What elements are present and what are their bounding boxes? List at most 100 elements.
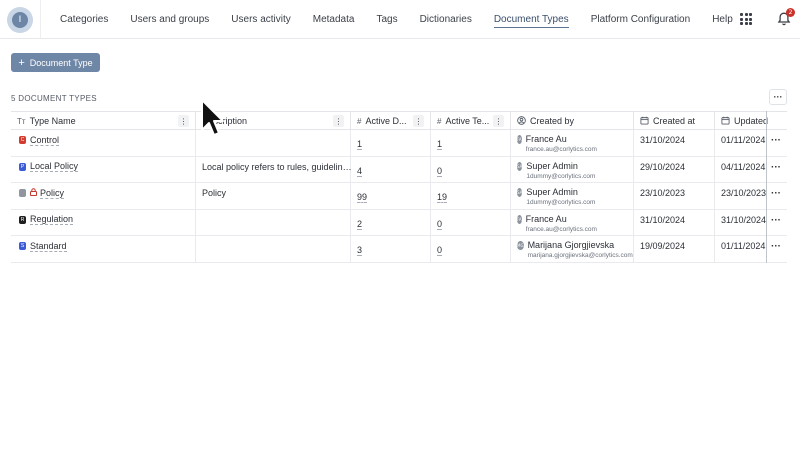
description-cell: Policy (196, 183, 351, 209)
row-actions-icon[interactable]: ··· (771, 135, 781, 146)
active-documents-cell: 1 (351, 130, 431, 156)
avatar: FA (517, 135, 522, 144)
column-menu-icon[interactable]: ⋮ (493, 115, 504, 127)
active-templates-count[interactable]: 0 (437, 166, 443, 177)
type-name-link[interactable]: Standard (30, 241, 67, 252)
type-name-cell: Policy (11, 183, 196, 209)
nav-item-document-types[interactable]: Document Types (493, 0, 569, 39)
table-row[interactable]: C Control 1 1 FA France Au france.au@corlytics… (11, 130, 787, 157)
notifications-button[interactable]: 2 (776, 8, 795, 27)
column-header-6[interactable]: Created at (634, 112, 715, 130)
active-documents-count[interactable]: 99 (357, 192, 368, 203)
avatar: FA (517, 214, 522, 224)
type-name-link[interactable]: Regulation (30, 214, 74, 225)
row-actions-icon[interactable]: ··· (771, 188, 781, 199)
active-documents-count[interactable]: 2 (357, 219, 363, 230)
creator-name: Marijana Gjorgjievska (527, 240, 615, 250)
active-documents-cell: 99 (351, 183, 431, 209)
notification-count-badge: 2 (786, 8, 795, 17)
column-header-label: Created at (653, 116, 696, 126)
type-name-cell: S Standard (11, 236, 196, 262)
nav-item-users-and-groups[interactable]: Users and groups (130, 0, 209, 39)
table-options-button[interactable]: ··· (769, 89, 787, 105)
app-logo-letter: I (12, 11, 28, 28)
created-at-date: 29/10/2024 (640, 161, 686, 172)
active-templates-cell: 19 (431, 183, 511, 209)
active-templates-count[interactable]: 0 (437, 219, 443, 230)
avatar: MG (517, 241, 524, 250)
creator-email: france.au@corlytics.com (525, 225, 597, 233)
nav-item-users-activity[interactable]: Users activity (231, 0, 290, 39)
creator-name: Super Admin (526, 160, 578, 171)
table-header: Tт Type Name ⋮ Description ⋮ # Active D... ⋮ # Ac… (11, 111, 787, 130)
app-logo-container[interactable]: I (0, 0, 41, 39)
updated-at-cell: 01/11/2024 (715, 236, 767, 262)
row-actions-icon[interactable]: ··· (771, 241, 781, 252)
table-row[interactable]: Policy Policy 99 19 SA Super Admin 1dummy@corl… (11, 183, 787, 210)
plus-icon: + (18, 56, 25, 69)
active-documents-count[interactable]: 3 (357, 245, 363, 256)
apps-grid-icon[interactable] (740, 13, 752, 25)
description-cell: Local policy refers to rules, guideline.… (196, 156, 352, 183)
creator-email: 1dummy@corlytics.com (526, 199, 596, 206)
active-documents-count[interactable]: 1 (357, 139, 363, 150)
column-header-4[interactable]: # Active Te... ⋮ (431, 112, 511, 130)
table-scroll-indicator[interactable] (766, 111, 767, 263)
nav-item-platform-configuration[interactable]: Platform Configuration (591, 0, 691, 39)
created-at-cell: 19/09/2024 (634, 236, 715, 262)
creator-email: france.au@corlytics.com (525, 146, 597, 153)
nav-item-tags[interactable]: Tags (376, 0, 397, 39)
row-actions-icon[interactable]: ··· (771, 162, 781, 173)
column-header-1[interactable]: Tт Type Name ⋮ (11, 112, 196, 130)
column-header-label: Active D... (365, 116, 407, 126)
document-types-count: 5 DOCUMENT TYPES (11, 94, 97, 103)
created-by-cell: FA France Au france.au@corlytics.com (511, 130, 634, 156)
type-name-link[interactable]: Policy (40, 188, 65, 199)
updated-at-cell: 23/10/2023 (715, 183, 767, 209)
column-menu-icon[interactable]: ⋮ (333, 115, 344, 127)
type-color-icon: C (19, 136, 26, 144)
description-text: Policy (202, 188, 227, 198)
type-name-link[interactable]: Control (30, 135, 60, 146)
active-templates-count[interactable]: 0 (437, 245, 443, 256)
active-templates-cell: 0 (431, 209, 511, 236)
active-templates-count[interactable]: 1 (437, 139, 443, 150)
creator-email: 1dummy@corlytics.com (526, 172, 596, 180)
nav-item-categories[interactable]: Categories (60, 0, 108, 39)
column-header-3[interactable]: # Active D... ⋮ (351, 112, 431, 130)
type-name-link[interactable]: Local Policy (30, 161, 79, 172)
active-documents-cell: 4 (351, 156, 431, 183)
nav-item-dictionaries[interactable]: Dictionaries (420, 0, 472, 39)
updated-at-date: 04/11/2024 (721, 161, 766, 172)
created-at-cell: 29/10/2024 (634, 156, 715, 183)
calendar-icon (640, 116, 649, 127)
table-row[interactable]: S Standard 3 0 MG Marijana Gjorgjievska marija… (11, 236, 787, 263)
created-by-cell: SA Super Admin 1dummy@corlytics.com (511, 156, 634, 183)
app-logo[interactable]: I (7, 6, 33, 33)
column-menu-icon[interactable]: ⋮ (413, 115, 424, 127)
type-color-icon: R (19, 215, 26, 224)
creator-email: marijana.gjorgjievska@corlytics.com (527, 252, 633, 259)
type-color-icon: S (19, 242, 26, 250)
column-header-label: Created by (530, 116, 575, 126)
table-row[interactable]: P Local Policy Local policy refers to rule… (11, 156, 787, 183)
add-document-type-button[interactable]: + Document Type (11, 53, 100, 72)
column-header-7[interactable]: Updated (715, 112, 768, 130)
type-color-icon: P (19, 162, 26, 171)
column-header-5[interactable]: Created by (511, 112, 634, 130)
created-at-cell: 23/10/2023 (634, 183, 715, 209)
active-documents-count[interactable]: 4 (357, 166, 363, 177)
nav-item-metadata[interactable]: Metadata (313, 0, 355, 39)
nav-item-help[interactable]: Help (712, 0, 733, 39)
calendar-icon (721, 116, 730, 127)
updated-at-date: 01/11/2024 (721, 135, 766, 145)
active-templates-cell: 0 (431, 156, 511, 183)
active-templates-count[interactable]: 19 (437, 192, 448, 203)
avatar: SA (517, 161, 523, 171)
table-row[interactable]: R Regulation 2 0 FA France Au france.au@corlyt… (11, 209, 787, 236)
column-menu-icon[interactable]: ⋮ (178, 115, 189, 127)
lock-icon (30, 188, 37, 198)
mouse-cursor-icon (201, 99, 224, 136)
row-actions-icon[interactable]: ··· (771, 215, 781, 226)
created-at-date: 31/10/2024 (640, 135, 686, 145)
